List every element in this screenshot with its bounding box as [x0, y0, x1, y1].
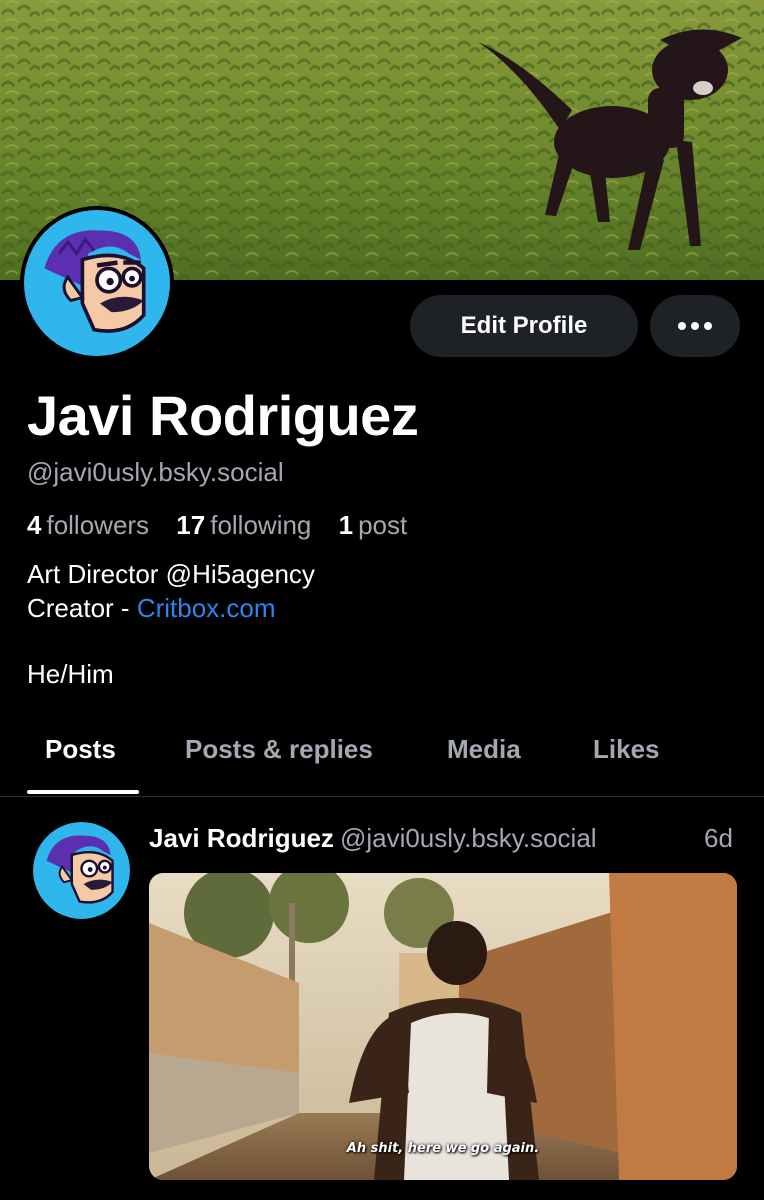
profile-pronouns: He/Him	[27, 659, 114, 689]
bio-line: Creator - Critbox.com	[27, 591, 315, 625]
avatar-cartoon-face-icon	[24, 210, 170, 356]
profile-display-name: Javi Rodriguez	[27, 384, 419, 447]
profile-bio: Art Director @Hi5agency Creator - Critbo…	[27, 557, 315, 625]
ellipsis-icon	[676, 317, 715, 335]
profile-avatar[interactable]	[20, 206, 174, 360]
post-header: Javi Rodriguez @javi0usly.bsky.social	[149, 820, 597, 856]
following-label: following	[210, 510, 312, 540]
followers-count: 4	[27, 510, 42, 540]
gif-scene-image	[149, 873, 737, 1180]
profile-stats: 4 followers 17 following 1 post	[27, 507, 427, 543]
tab-posts[interactable]: Posts	[45, 734, 116, 765]
post-media-image[interactable]: Ah shit, here we go again.	[149, 873, 737, 1180]
edit-profile-button[interactable]: Edit Profile	[410, 295, 638, 357]
posts-count: 1	[338, 510, 354, 540]
gif-caption: Ah shit, here we go again.	[346, 1141, 540, 1156]
post-author-handle[interactable]: @javi0usly.bsky.social	[340, 823, 597, 853]
post-timestamp[interactable]: 6d	[704, 820, 733, 856]
more-options-button[interactable]	[650, 295, 740, 357]
tab-posts-and-replies[interactable]: Posts & replies	[185, 734, 373, 765]
active-tab-indicator	[27, 790, 139, 794]
profile-handle: @javi0usly.bsky.social	[27, 457, 284, 487]
avatar-cartoon-face-icon	[33, 822, 130, 919]
tab-likes[interactable]: Likes	[593, 734, 660, 765]
bio-link[interactable]: Critbox.com	[137, 593, 276, 623]
bio-prefix: Creator -	[27, 593, 137, 623]
post-author-name[interactable]: Javi Rodriguez	[149, 823, 334, 853]
following-stat[interactable]: 17 following	[176, 510, 331, 540]
bio-line: Art Director @Hi5agency	[27, 559, 315, 589]
followers-label: followers	[46, 510, 150, 540]
posts-label: post	[358, 510, 408, 540]
following-count: 17	[176, 510, 206, 540]
posts-stat: 1 post	[339, 510, 428, 540]
tab-media[interactable]: Media	[447, 734, 521, 765]
followers-stat[interactable]: 4 followers	[27, 510, 169, 540]
post-author-avatar[interactable]	[33, 822, 130, 919]
profile-tabs: Posts Posts & replies Media Likes	[0, 720, 764, 797]
